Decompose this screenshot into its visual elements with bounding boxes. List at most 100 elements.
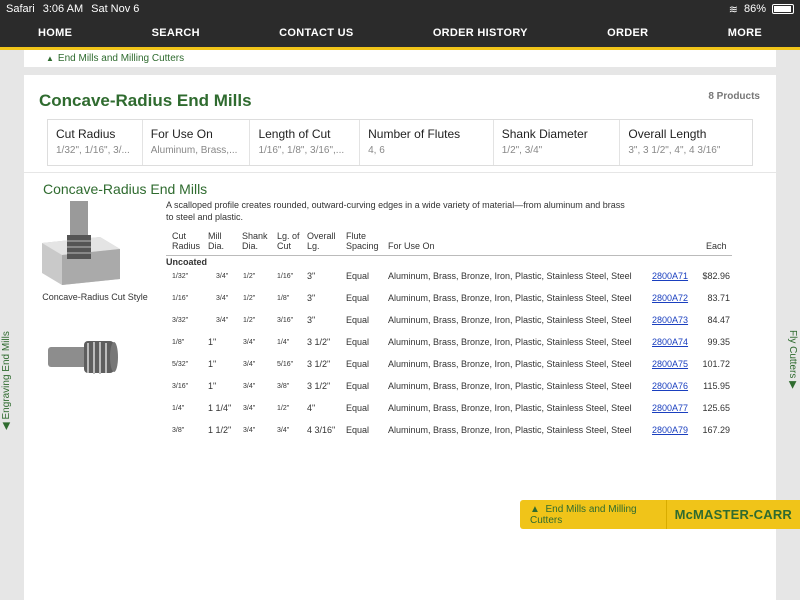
cell-length-of-cut: 1/2" bbox=[277, 405, 290, 412]
date: Sat Nov 6 bbox=[91, 3, 140, 15]
part-number-link[interactable]: 2800A74 bbox=[652, 337, 688, 347]
filter-overall-length[interactable]: Overall Length 3", 3 1/2", 4", 4 3/16" bbox=[620, 120, 752, 165]
col-for-use-on: For Use On bbox=[388, 241, 435, 251]
cell-price: 125.65 bbox=[702, 403, 730, 413]
part-number-link[interactable]: 2800A77 bbox=[652, 403, 688, 413]
filter-values: 4, 6 bbox=[368, 145, 385, 156]
wifi-icon: ≋ bbox=[728, 3, 738, 16]
side-tab-engraving-end-mills[interactable]: ◀ Engraving End Mills bbox=[0, 300, 14, 440]
nav-more[interactable]: MORE bbox=[728, 27, 762, 39]
cell-price: 115.95 bbox=[703, 381, 730, 391]
table-header: Cut Radius Mill Dia. Shank Dia. Lg. of C… bbox=[166, 229, 732, 255]
table-row: 1/4" 1 1/4" 3/4" 1/2" 4" Equal Aluminum,… bbox=[166, 397, 732, 419]
filter-shank-diameter[interactable]: Shank Diameter 1/2", 3/4" bbox=[494, 120, 621, 165]
filter-bar: Cut Radius 1/32", 1/16", 3/... For Use O… bbox=[47, 119, 753, 166]
section-description: A scalloped profile creates rounded, out… bbox=[166, 200, 625, 222]
part-number-link[interactable]: 2800A79 bbox=[652, 425, 688, 435]
part-number-link[interactable]: 2800A75 bbox=[652, 359, 688, 369]
nav-search[interactable]: SEARCH bbox=[152, 27, 200, 39]
cell-flute-spacing: Equal bbox=[346, 271, 370, 281]
cell-shank-dia: 1/2" bbox=[243, 317, 256, 324]
part-number-link[interactable]: 2800A73 bbox=[652, 315, 688, 325]
cell-price: 101.72 bbox=[702, 359, 730, 369]
part-number-link[interactable]: 2800A72 bbox=[652, 293, 688, 303]
table-row: 1/32" 3/4" 1/2" 1/16" 3" Equal Aluminum,… bbox=[166, 265, 732, 287]
back-to-app-label[interactable]: Safari bbox=[6, 3, 35, 15]
cell-overall-length: 3 1/2" bbox=[307, 359, 331, 369]
filter-number-of-flutes[interactable]: Number of Flutes 4, 6 bbox=[360, 120, 494, 165]
cell-shank-dia: 3/4" bbox=[243, 361, 256, 368]
cell-length-of-cut: 1/4" bbox=[277, 339, 290, 346]
part-number-link[interactable]: 2800A71 bbox=[652, 271, 688, 281]
table-row: 3/16" 1" 3/4" 3/8" 3 1/2" Equal Aluminum… bbox=[166, 375, 732, 397]
part-number-link[interactable]: 2800A76 bbox=[652, 381, 688, 391]
cell-flute-spacing: Equal bbox=[346, 403, 370, 413]
cell-cut-radius: 1/16" bbox=[172, 295, 189, 302]
product-count: 8 Products bbox=[708, 91, 760, 102]
cell-length-of-cut: 3/8" bbox=[277, 383, 290, 390]
clock: 3:06 AM bbox=[42, 3, 84, 15]
badge-category-link[interactable]: ▲ End Mills and Milling Cutters bbox=[520, 504, 666, 526]
side-tab-fly-cutters[interactable]: Fly Cutters ▶ bbox=[786, 330, 800, 430]
cell-cut-radius: 1/8" bbox=[172, 339, 185, 346]
cell-price: 83.71 bbox=[707, 293, 730, 303]
top-nav: HOME SEARCH CONTACT US ORDER HISTORY ORD… bbox=[0, 18, 800, 50]
col-cut-radius: Cut Radius bbox=[172, 231, 201, 251]
nav-home[interactable]: HOME bbox=[38, 27, 72, 39]
cell-shank-dia: 3/4" bbox=[243, 427, 256, 434]
col-each: Each bbox=[706, 241, 727, 251]
right-triangle-icon: ▶ bbox=[787, 381, 798, 389]
cell-overall-length: 3" bbox=[307, 293, 316, 303]
cell-price: 84.47 bbox=[707, 315, 730, 325]
header-rule bbox=[166, 255, 732, 256]
cell-shank-dia: 1/2" bbox=[243, 273, 256, 280]
filter-values: Aluminum, Brass,... bbox=[150, 145, 238, 156]
table-row: 5/32" 1" 3/4" 5/16" 3 1/2" Equal Aluminu… bbox=[166, 353, 732, 375]
cell-for-use-on: Aluminum, Brass, Bronze, Iron, Plastic, … bbox=[388, 359, 632, 369]
cell-overall-length: 3 1/2" bbox=[307, 381, 331, 391]
cell-length-of-cut: 3/4" bbox=[277, 427, 290, 434]
badge-category-label: End Mills and Milling Cutters bbox=[530, 503, 637, 526]
cell-overall-length: 4" bbox=[307, 403, 316, 413]
cell-overall-length: 3" bbox=[307, 315, 316, 325]
breadcrumb[interactable]: ▲ End Mills and Milling Cutters bbox=[24, 50, 776, 67]
filter-values: 1/32", 1/16", 3/... bbox=[56, 145, 130, 156]
col-shank-dia: Shank Dia. bbox=[242, 231, 268, 251]
cell-shank-dia: 3/4" bbox=[243, 339, 256, 346]
filter-for-use-on[interactable]: For Use On Aluminum, Brass,... bbox=[143, 120, 251, 165]
filter-length-of-cut[interactable]: Length of Cut 1/16", 1/8", 3/16",... bbox=[250, 120, 361, 165]
cell-cut-radius: 3/16" bbox=[172, 383, 189, 390]
nav-contact-us[interactable]: CONTACT US bbox=[279, 27, 353, 39]
filter-values: 1/2", 3/4" bbox=[501, 145, 543, 156]
filter-values: 3", 3 1/2", 4", 4 3/16" bbox=[628, 145, 721, 156]
col-length-of-cut: Lg. of Cut bbox=[277, 231, 300, 251]
cell-overall-length: 4 3/16" bbox=[307, 425, 336, 435]
cell-for-use-on: Aluminum, Brass, Bronze, Iron, Plastic, … bbox=[388, 403, 632, 413]
cell-mill-dia: 1" bbox=[208, 381, 217, 391]
filter-label: For Use On bbox=[150, 127, 213, 141]
cell-flute-spacing: Equal bbox=[346, 315, 370, 325]
col-flute-spacing: Flute Spacing bbox=[346, 231, 379, 251]
up-triangle-icon: ▲ bbox=[530, 503, 540, 515]
cell-mill-dia: 1" bbox=[208, 337, 217, 347]
col-overall-length: Overall Lg. bbox=[307, 231, 336, 251]
end-mill-cut-illustration bbox=[42, 201, 120, 285]
mcmaster-logo[interactable]: McMASTER-CARR bbox=[665, 500, 800, 529]
cell-mill-dia: 1 1/4" bbox=[208, 403, 232, 413]
nav-order-history[interactable]: ORDER HISTORY bbox=[433, 27, 528, 39]
nav-order[interactable]: ORDER bbox=[607, 27, 648, 39]
filter-cut-radius[interactable]: Cut Radius 1/32", 1/16", 3/... bbox=[48, 120, 143, 165]
divider bbox=[24, 172, 776, 173]
cell-overall-length: 3" bbox=[307, 271, 316, 281]
cell-cut-radius: 5/32" bbox=[172, 361, 189, 368]
side-tab-label: Fly Cutters bbox=[787, 330, 798, 379]
cell-for-use-on: Aluminum, Brass, Bronze, Iron, Plastic, … bbox=[388, 381, 632, 391]
cell-flute-spacing: Equal bbox=[346, 359, 370, 369]
filter-values: 1/16", 1/8", 3/16",... bbox=[258, 145, 345, 156]
floating-category-badge: ▲ End Mills and Milling Cutters McMASTER… bbox=[520, 500, 800, 529]
filter-label: Overall Length bbox=[628, 127, 707, 141]
table-row: 3/8" 1 1/2" 3/4" 3/4" 4 3/16" Equal Alum… bbox=[166, 419, 732, 441]
cell-price: 167.29 bbox=[702, 425, 730, 435]
cell-length-of-cut: 3/16" bbox=[277, 317, 294, 324]
cell-for-use-on: Aluminum, Brass, Bronze, Iron, Plastic, … bbox=[388, 271, 632, 281]
